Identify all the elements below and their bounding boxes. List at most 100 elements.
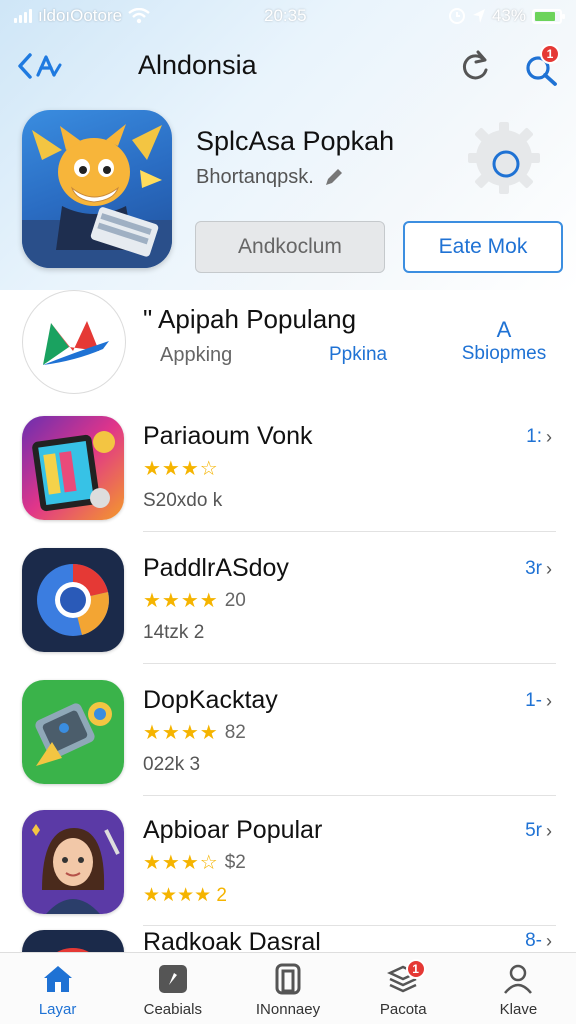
app-action-button[interactable]: 8- › <box>525 930 552 952</box>
avatar-app-icon <box>22 810 124 914</box>
app-action-label: 8- <box>525 930 542 951</box>
see-all-top: A <box>496 317 512 342</box>
battery-icon <box>532 8 565 24</box>
chevron-right-icon: › <box>546 930 552 951</box>
featured-app-subtitle: Bhortanqpsk. <box>196 166 314 188</box>
app-name: PaddlrASdoy <box>143 554 289 582</box>
featured-app-subtitle-row: Bhortanqpsk. <box>196 166 344 189</box>
app-action-label: 5r <box>525 820 542 841</box>
rating-text: $2 <box>224 851 246 873</box>
pen-icon <box>325 168 342 185</box>
featured-app: SplcAsa Popkah Bhortanqpsk. Andkoclum Ea… <box>0 108 576 278</box>
star-rating: ★★★★ <box>143 722 219 744</box>
list-item[interactable]: PaddlrASdoy ★★★★ 20 14tzk 2 3r › <box>0 536 576 664</box>
status-right: 43% <box>448 6 565 26</box>
browser-app-icon <box>22 548 124 652</box>
app-size: 022k 3 <box>143 754 201 775</box>
navigation-bar: Alndonsia 1 <box>0 40 576 94</box>
app-name: DopKacktay <box>143 686 278 714</box>
chevron-right-icon: › <box>546 820 552 841</box>
settings-gear-button[interactable] <box>466 120 542 196</box>
tab-ceabials[interactable]: Ceabials <box>115 953 230 1024</box>
search-button[interactable]: 1 <box>522 44 562 88</box>
profile-icon <box>504 964 533 994</box>
app-action-button[interactable]: 1- › <box>525 690 552 712</box>
status-bar: ıldoıOotore 20:35 43% <box>0 0 576 32</box>
apps-icon <box>275 963 301 995</box>
alarm-icon <box>448 8 465 24</box>
app-action-button[interactable]: 3r › <box>525 558 552 580</box>
star-rating: ★★★☆ <box>143 458 219 480</box>
status-time: 20:35 <box>264 6 307 25</box>
status-left: ıldoıOotore <box>14 6 150 26</box>
page-title: Alndonsia <box>138 50 257 80</box>
battery-level <box>535 11 556 21</box>
featured-app-icon[interactable] <box>22 110 172 268</box>
tab-bar: Layar Ceabials INonnaey 1 Pacota Klave <box>0 952 576 1024</box>
notification-badge: 1 <box>540 44 560 64</box>
tab-label: Layar <box>38 1001 77 1018</box>
cartoon-character-icon <box>22 124 172 268</box>
tab-pacota[interactable]: 1 Pacota <box>346 953 461 1024</box>
tablet-app-icon <box>22 416 124 520</box>
list-item[interactable]: Apbioar Popular ★★★☆ $2 ★★★★ 2 5r › <box>0 798 576 926</box>
rating-text: 82 <box>224 721 246 743</box>
row-divider <box>143 663 556 664</box>
edit-icon <box>158 965 187 993</box>
tab-label: Ceabials <box>143 1001 202 1018</box>
star-rating: ★★★★ <box>143 590 219 612</box>
rating-text: 20 <box>224 589 246 611</box>
app-name: Pariaoum Vonk <box>143 422 313 450</box>
category-link[interactable]: Ppkina <box>329 344 387 366</box>
app-action-label: 1- <box>525 690 542 711</box>
app-size: S20xdo k <box>143 490 223 511</box>
tab-inonnaey[interactable]: INonnaey <box>230 953 345 1024</box>
list-item[interactable]: Pariaoum Vonk ★★★☆ S20xdo k 1: › <box>0 404 576 532</box>
primary-button[interactable]: Eate Mok <box>403 221 563 273</box>
row-divider <box>143 795 556 796</box>
tab-label: Klave <box>499 1001 538 1018</box>
app-action-label: 3r <box>525 558 542 579</box>
see-all-button[interactable]: A Sbiopmes <box>458 318 550 366</box>
app-size: 14tzk 2 <box>143 622 205 643</box>
tab-layar[interactable]: Layar <box>0 953 115 1024</box>
home-icon <box>43 966 72 992</box>
triangle-logo-icon <box>43 321 109 365</box>
signal-icon <box>14 9 32 23</box>
app-size: ★★★★ 2 <box>143 885 227 906</box>
location-icon <box>472 9 485 23</box>
app-name: Apbioar Popular <box>143 816 323 844</box>
chevron-right-icon: › <box>546 426 552 447</box>
secondary-button[interactable]: Andkoclum <box>195 221 385 273</box>
see-all-label: Sbiopmes <box>461 343 547 364</box>
star-rating: ★★★☆ <box>143 852 219 874</box>
app-action-label: 1: <box>526 426 542 447</box>
tab-badge: 1 <box>405 959 426 979</box>
back-button[interactable] <box>16 48 66 84</box>
featured-app-title: SplcAsa Popkah <box>196 126 395 156</box>
app-rating: ★★★☆ $2 <box>143 850 246 875</box>
list-item[interactable]: DopKacktay ★★★★ 82 022k 3 1- › <box>0 668 576 796</box>
app-rating: ★★★★ 20 <box>143 588 246 613</box>
tab-label: Pacota <box>379 1001 427 1018</box>
tab-label: INonnaey <box>255 1001 321 1018</box>
category-subtitle: Appking <box>160 344 233 366</box>
carrier-label: ıldoıOotore <box>38 6 123 25</box>
app-action-button[interactable]: 5r › <box>525 820 552 842</box>
chevron-right-icon: › <box>546 690 552 711</box>
category-section: " Apipah Populang Appking Ppkina A Sbiop… <box>0 288 576 398</box>
app-rating: ★★★★ 82 <box>143 720 246 745</box>
battery-percent: 43% <box>491 6 526 25</box>
app-action-button[interactable]: 1: › <box>526 426 552 448</box>
category-logo-icon[interactable] <box>22 290 126 394</box>
wifi-icon <box>128 8 150 24</box>
refresh-icon <box>462 50 488 80</box>
gear-icon <box>468 122 540 194</box>
category-title: " Apipah Populang <box>143 304 357 334</box>
game-app-icon <box>22 680 124 784</box>
chevron-right-icon: › <box>546 558 552 579</box>
app-rating: ★★★☆ <box>143 456 225 481</box>
row-divider <box>143 531 556 532</box>
refresh-button[interactable] <box>456 48 494 86</box>
tab-klave[interactable]: Klave <box>461 953 576 1024</box>
